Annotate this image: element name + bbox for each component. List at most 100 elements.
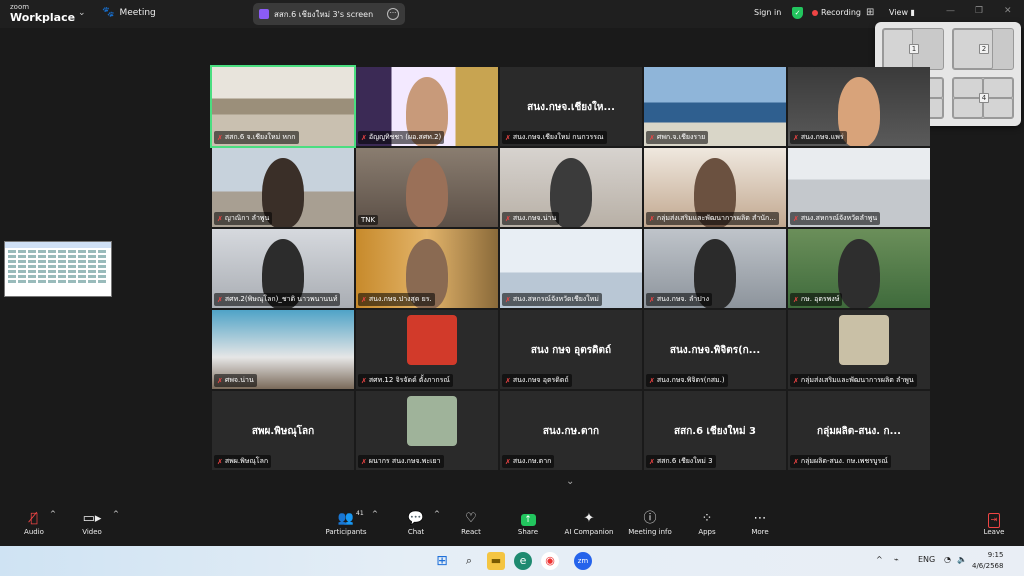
- participant-video-tile[interactable]: สนง.กษจ.เชียงให... ✗ สนง.กษจ.เชียงใหม่ กนก…: [500, 67, 642, 146]
- participant-video-tile[interactable]: สนง.กษ.ตาก ✗ สนง.กษ.ตาก: [500, 391, 642, 470]
- participant-video-tile[interactable]: ✗ สนง.กษจ.น่าน: [500, 148, 642, 227]
- participant-name: สนง.กษจ.แพร่: [800, 133, 844, 141]
- avatar: [407, 396, 457, 446]
- participant-video-tile[interactable]: ✗ กษ. อุตรพงษ์: [788, 229, 930, 308]
- gallery-grid-icon[interactable]: ⊞: [866, 7, 874, 18]
- participant-name: สศท.2(พิษณุโลก)_ชาติ นาวพนานนท์: [224, 295, 338, 303]
- snap-layout-2[interactable]: 2: [952, 28, 1014, 70]
- more-button[interactable]: ⋯ More: [746, 510, 774, 536]
- participant-video-tile[interactable]: กลุ่มผลิต-สนง. ก... ✗ กลุ่มผลิต-สนง. กษ.เพ…: [788, 391, 930, 470]
- search-icon[interactable]: ⌕: [460, 552, 478, 570]
- volume-icon[interactable]: 🔈: [957, 555, 967, 564]
- participant-video-tile[interactable]: ✗ อัญญูทิชชา (ผอ.สศท.2): [356, 67, 498, 146]
- shared-screen-thumbnail[interactable]: [4, 241, 112, 297]
- thumbnail-row: [8, 275, 108, 278]
- participant-video-tile[interactable]: TNK: [356, 148, 498, 227]
- audio-options-caret-icon[interactable]: ^: [50, 510, 56, 518]
- react-button[interactable]: ♡ React: [456, 510, 486, 536]
- screen-share-indicator[interactable]: สสก.6 เชียงใหม่ 3's screen ···: [253, 3, 405, 25]
- participant-name-label: ✗ สนง.กษ.ตาก: [502, 455, 555, 468]
- more-options-icon[interactable]: ···: [387, 8, 399, 20]
- show-hidden-icons-icon[interactable]: ^: [876, 555, 883, 564]
- participant-video-tile[interactable]: ✗ ศพก.จ.เชียงราย: [644, 67, 786, 146]
- participant-video-tile[interactable]: สนง กษจ อุตรดิตถ์ ✗ สนง.กษจ อุตรดิตถ์: [500, 310, 642, 389]
- participant-video-tile[interactable]: ✗ สศท.2(พิษณุโลก)_ชาติ นาวพนานนท์: [212, 229, 354, 308]
- ai-companion-button[interactable]: ✦ AI Companion: [562, 510, 616, 536]
- meeting-menu-button[interactable]: 🐾 Meeting: [102, 7, 156, 18]
- zoom-logo: zoom Workplace: [10, 4, 76, 24]
- chat-caret-icon[interactable]: ^: [434, 510, 440, 518]
- video-button[interactable]: ▭▸ Video: [76, 510, 108, 536]
- participant-video-tile[interactable]: ✗ ผนากร สนง.กษจ.พะเยา: [356, 391, 498, 470]
- sign-in-link[interactable]: Sign in: [754, 8, 781, 17]
- participant-display-name: สนง.กษจ.พิจิตร(ก...: [669, 345, 761, 356]
- participants-button[interactable]: 👥 41 Participants: [322, 510, 370, 536]
- mic-muted-icon: ✗: [217, 133, 223, 142]
- chrome-browser-icon[interactable]: ◉: [541, 552, 559, 570]
- language-indicator[interactable]: ENG: [918, 555, 935, 564]
- apps-button[interactable]: ⁘ Apps: [694, 510, 720, 536]
- mic-muted-icon: ✗: [793, 214, 799, 223]
- network-pen-icon[interactable]: ⌁: [894, 555, 899, 564]
- participant-video-tile[interactable]: ✗ สสก.6 จ.เชียงใหม่ หกก: [210, 65, 356, 148]
- chevron-down-icon[interactable]: ⌄: [78, 8, 86, 18]
- mic-muted-icon: ✗: [217, 295, 223, 304]
- edge-browser-icon[interactable]: e: [514, 552, 532, 570]
- participant-video-tile[interactable]: ✗ กลุ่มส่งเสริมและพัฒนาการผลิต ลำพูน: [788, 310, 930, 389]
- snap-layout-4[interactable]: 4: [952, 77, 1014, 119]
- participant-name: TNK: [361, 216, 376, 224]
- participant-name: ญาณิกา ลำพูน: [224, 214, 270, 222]
- chevron-down-icon[interactable]: ⌄: [566, 476, 574, 487]
- recording-indicator[interactable]: Recording: [812, 8, 861, 17]
- participant-video-tile[interactable]: ✗ กลุ่มส่งเสริมและพัฒนาการผลิต สำนัก...: [644, 148, 786, 227]
- security-shield-icon[interactable]: ✓: [792, 7, 803, 19]
- video-gallery-grid: ✗ สสก.6 จ.เชียงใหม่ หกก ✗ อัญญูทิชชา (ผอ.สศ…: [210, 65, 930, 470]
- video-camera-icon: ▭▸: [82, 511, 102, 526]
- participant-name-label: ✗ สสก.6 จ.เชียงใหม่ หกก: [214, 131, 299, 144]
- participant-name-label: ✗ กลุ่มส่งเสริมและพัฒนาการผลิต สำนัก...: [646, 212, 779, 225]
- wifi-icon[interactable]: ◔: [944, 555, 951, 564]
- participant-video-tile[interactable]: สนง.กษจ.พิจิตร(ก... ✗ สนง.กษจ.พิจิตร(กสม.): [644, 310, 786, 389]
- participant-video-tile[interactable]: ✗ ญาณิกา ลำพูน: [212, 148, 354, 227]
- minimize-icon[interactable]: —: [946, 6, 955, 16]
- participant-video-tile[interactable]: ✗ ศพจ.น่าน: [212, 310, 354, 389]
- participant-video-tile[interactable]: ✗ สนง.สหกรณ์จังหวัดเชียงใหม่: [500, 229, 642, 308]
- thumbnail-row: [8, 280, 108, 283]
- meeting-toolbar: 🎙̸ Audio ^ ▭▸ Video ^ 👥 41 Participants …: [0, 506, 1024, 546]
- participant-video-tile[interactable]: สสก.6 เชียงใหม่ 3 ✗ สสก.6 เชียงใหม่ 3: [644, 391, 786, 470]
- clock-date: 4/6/2568: [972, 562, 1004, 570]
- participants-caret-icon[interactable]: ^: [372, 510, 378, 518]
- mic-muted-icon: ✗: [793, 295, 799, 304]
- participant-video-tile[interactable]: ✗ สศท.12 จิรจัดด์ ตั้งภากรณ์: [356, 310, 498, 389]
- restore-icon[interactable]: ❐: [975, 6, 983, 16]
- participant-video-tile[interactable]: ✗ สนง.กษจ.แพร่: [788, 67, 930, 146]
- system-clock[interactable]: 9:15 4/6/2568: [972, 550, 1003, 572]
- brand-main: Workplace: [10, 11, 76, 24]
- participant-name: สพผ.พิษณุโลก: [224, 457, 269, 465]
- chat-button[interactable]: 💬 Chat: [402, 510, 430, 536]
- windows-start-icon[interactable]: ⊞: [433, 552, 451, 570]
- share-button[interactable]: ↑ Share: [512, 510, 544, 536]
- participant-video-tile[interactable]: ✗ สนง.สหกรณ์จังหวัดลำพูน: [788, 148, 930, 227]
- view-button[interactable]: View ▮: [889, 8, 915, 17]
- audio-button[interactable]: 🎙̸ Audio: [18, 510, 50, 536]
- participant-name-label: ✗ สนง.สหกรณ์จังหวัดเชียงใหม่: [502, 293, 602, 306]
- participant-name-label: ✗ สนง.กษจ.น่าน: [502, 212, 560, 225]
- participant-name-label: ✗ สพผ.พิษณุโลก: [214, 455, 272, 468]
- participant-name: อัญญูทิชชา (ผอ.สศท.2): [368, 133, 442, 141]
- participant-video-tile[interactable]: ✗ สนง.กษจ.ปางสุด ยร.: [356, 229, 498, 308]
- leave-button[interactable]: ⇥ Leave: [980, 510, 1008, 536]
- zoom-app-icon[interactable]: zm: [574, 552, 592, 570]
- participant-name: สนง.กษจ อุตรดิตถ์: [512, 376, 569, 384]
- video-options-caret-icon[interactable]: ^: [113, 510, 119, 518]
- participant-video-tile[interactable]: ✗ สนง.กษจ. ลำปาง: [644, 229, 786, 308]
- participant-video-tile[interactable]: สพผ.พิษณุโลก ✗ สพผ.พิษณุโลก: [212, 391, 354, 470]
- mic-muted-icon: ✗: [217, 376, 223, 385]
- meeting-info-button[interactable]: ⓘ Meeting info: [626, 510, 674, 536]
- file-explorer-icon[interactable]: ▬: [487, 552, 505, 570]
- participant-name: สนง.กษจ. ลำปาง: [656, 295, 709, 303]
- close-icon[interactable]: ✕: [1004, 6, 1012, 16]
- view-label: View: [889, 8, 908, 17]
- snap-layout-1[interactable]: 1: [882, 28, 944, 70]
- thumbnail-row: [8, 260, 108, 263]
